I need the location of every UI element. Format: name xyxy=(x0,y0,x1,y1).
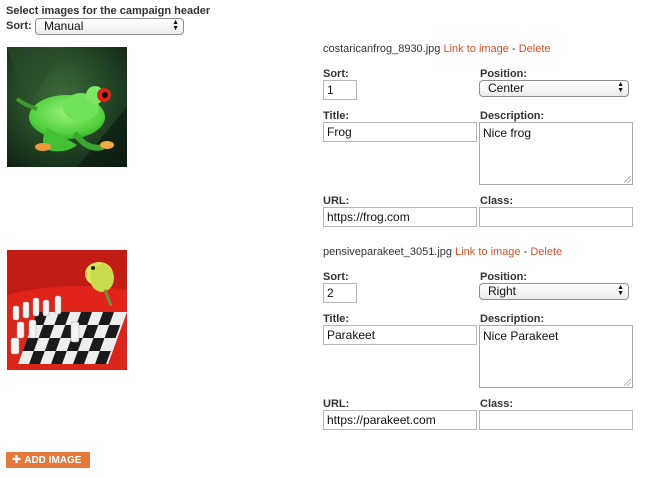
sort-input[interactable]: 1 xyxy=(323,80,357,100)
link-separator: - xyxy=(523,246,528,258)
position-select[interactable]: Center ▲ ▼ xyxy=(479,80,629,97)
class-input[interactable] xyxy=(479,207,633,227)
image-file-info: pensiveparakeet_3051.jpg Link to image -… xyxy=(323,246,562,258)
resize-grip-icon[interactable] xyxy=(624,176,631,183)
section-title: Select images for the campaign header xyxy=(6,5,211,17)
url-input[interactable]: https://frog.com xyxy=(323,207,477,227)
sort-order-value: Manual xyxy=(44,19,84,33)
image-filename: costaricanfrog_8930.jpg xyxy=(323,43,441,55)
link-separator: - xyxy=(511,43,516,55)
sort-order-select[interactable]: Manual ▲ ▼ xyxy=(35,18,184,35)
position-label: Position: xyxy=(480,68,528,80)
class-label: Class: xyxy=(480,195,514,207)
plus-icon: ✚ xyxy=(12,454,22,466)
select-arrows-icon: ▲ ▼ xyxy=(617,81,624,94)
title-label: Title: xyxy=(323,110,350,122)
title-input[interactable]: Parakeet xyxy=(323,325,477,345)
url-label: URL: xyxy=(323,195,350,207)
title-input[interactable]: Frog xyxy=(323,122,477,142)
description-label: Description: xyxy=(480,110,545,122)
description-textarea[interactable]: Nice Parakeet xyxy=(479,325,633,388)
url-input[interactable]: https://parakeet.com xyxy=(323,410,477,430)
description-label: Description: xyxy=(480,313,545,325)
class-input[interactable] xyxy=(479,410,633,430)
select-arrows-icon: ▲ ▼ xyxy=(617,284,624,297)
resize-grip-icon[interactable] xyxy=(624,379,631,386)
image-thumbnail-frog xyxy=(7,47,127,167)
sort-label: Sort: xyxy=(323,271,349,283)
description-text: Nice frog xyxy=(483,126,532,140)
class-label: Class: xyxy=(480,398,514,410)
add-image-button[interactable]: ✚ ADD IMAGE xyxy=(6,452,90,468)
image-file-info: costaricanfrog_8930.jpg Link to image - … xyxy=(323,43,551,55)
url-label: URL: xyxy=(323,398,350,410)
delete-image-link[interactable]: Delete xyxy=(530,246,562,258)
position-select[interactable]: Right ▲ ▼ xyxy=(479,283,629,300)
add-image-label: ADD IMAGE xyxy=(24,455,82,466)
description-textarea[interactable]: Nice frog xyxy=(479,122,633,185)
link-to-image-link[interactable]: Link to image xyxy=(443,43,508,55)
title-label: Title: xyxy=(323,313,350,325)
image-thumbnail-parakeet xyxy=(7,250,127,370)
campaign-header-images-panel: Select images for the campaign header So… xyxy=(0,0,648,478)
sort-order-label: Sort: xyxy=(6,20,32,32)
sort-input[interactable]: 2 xyxy=(323,283,357,303)
delete-image-link[interactable]: Delete xyxy=(519,43,551,55)
position-label: Position: xyxy=(480,271,528,283)
select-arrows-icon: ▲ ▼ xyxy=(172,19,179,32)
link-to-image-link[interactable]: Link to image xyxy=(455,246,520,258)
position-value: Center xyxy=(488,81,525,95)
description-text: Nice Parakeet xyxy=(483,329,559,343)
position-value: Right xyxy=(488,284,517,298)
image-filename: pensiveparakeet_3051.jpg xyxy=(323,246,453,258)
sort-label: Sort: xyxy=(323,68,349,80)
